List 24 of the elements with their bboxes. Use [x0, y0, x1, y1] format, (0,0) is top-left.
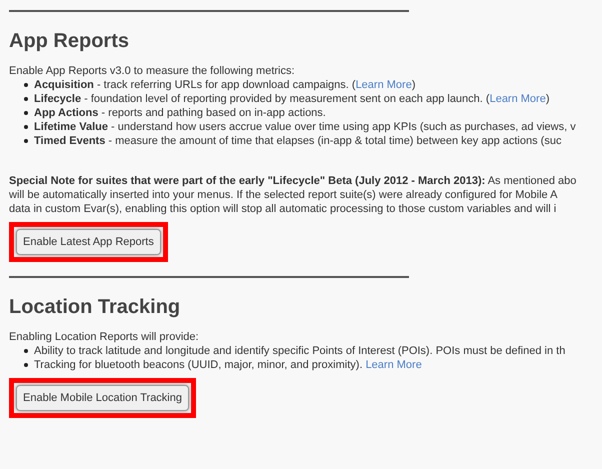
learn-more-link[interactable]: Learn More	[356, 79, 412, 91]
bullet-icon	[24, 111, 28, 115]
bullet-icon	[24, 83, 28, 87]
bullet-item: Tracking for bluetooth beacons (UUID, major, minor, and proximity). Learn More	[24, 358, 422, 372]
bullet-item: Ability to track latitude and longitude and identify specific Points of Interest (POIs). POIs must be defined in th	[24, 344, 566, 358]
section-heading: App Reports	[9, 29, 129, 53]
enable-button[interactable]: Enable Mobile Location Tracking	[16, 385, 189, 411]
learn-more-link[interactable]: Learn More	[490, 93, 546, 105]
bullet-item: Lifetime Value - understand how users accrue value over time using app KPIs (such as purchases, ad views, v	[24, 120, 576, 134]
bullet-item: Timed Events - measure the amount of time that elapses (in-app & total time) between key app actions (suc	[24, 134, 562, 148]
learn-more-link[interactable]: Learn More	[366, 359, 422, 371]
intro-text: Enable App Reports v3.0 to measure the following metrics:	[9, 64, 295, 78]
bullet-item: App Actions - reports and pathing based on in-app actions.	[24, 106, 326, 120]
bullet-item: Lifecycle - foundation level of reporting provided by measurement sent on each app launch. (Learn More)	[24, 92, 550, 106]
bullet-icon	[24, 125, 28, 129]
special-note-text: Special Note for suites that were part of the early "Lifecycle" Beta (July 2012 - March 2013): As mentioned abo will be automatically inserted into your menus. If the selected report suite(s) were already configured for Mobile A data in custom Evar(s), enabling this option will stop all automatic processing to those custom variables and will i	[9, 174, 578, 216]
enable-button[interactable]: Enable Latest App Reports	[16, 229, 161, 255]
bullet-item: Acquisition - track referring URLs for app download campaigns. (Learn More)	[24, 78, 416, 92]
intro-text: Enabling Location Reports will provide:	[9, 330, 199, 344]
bullet-icon	[24, 97, 28, 101]
section-heading: Location Tracking	[9, 295, 180, 319]
bullet-icon	[24, 139, 28, 143]
bullet-icon	[24, 363, 28, 367]
bullet-icon	[24, 349, 28, 353]
